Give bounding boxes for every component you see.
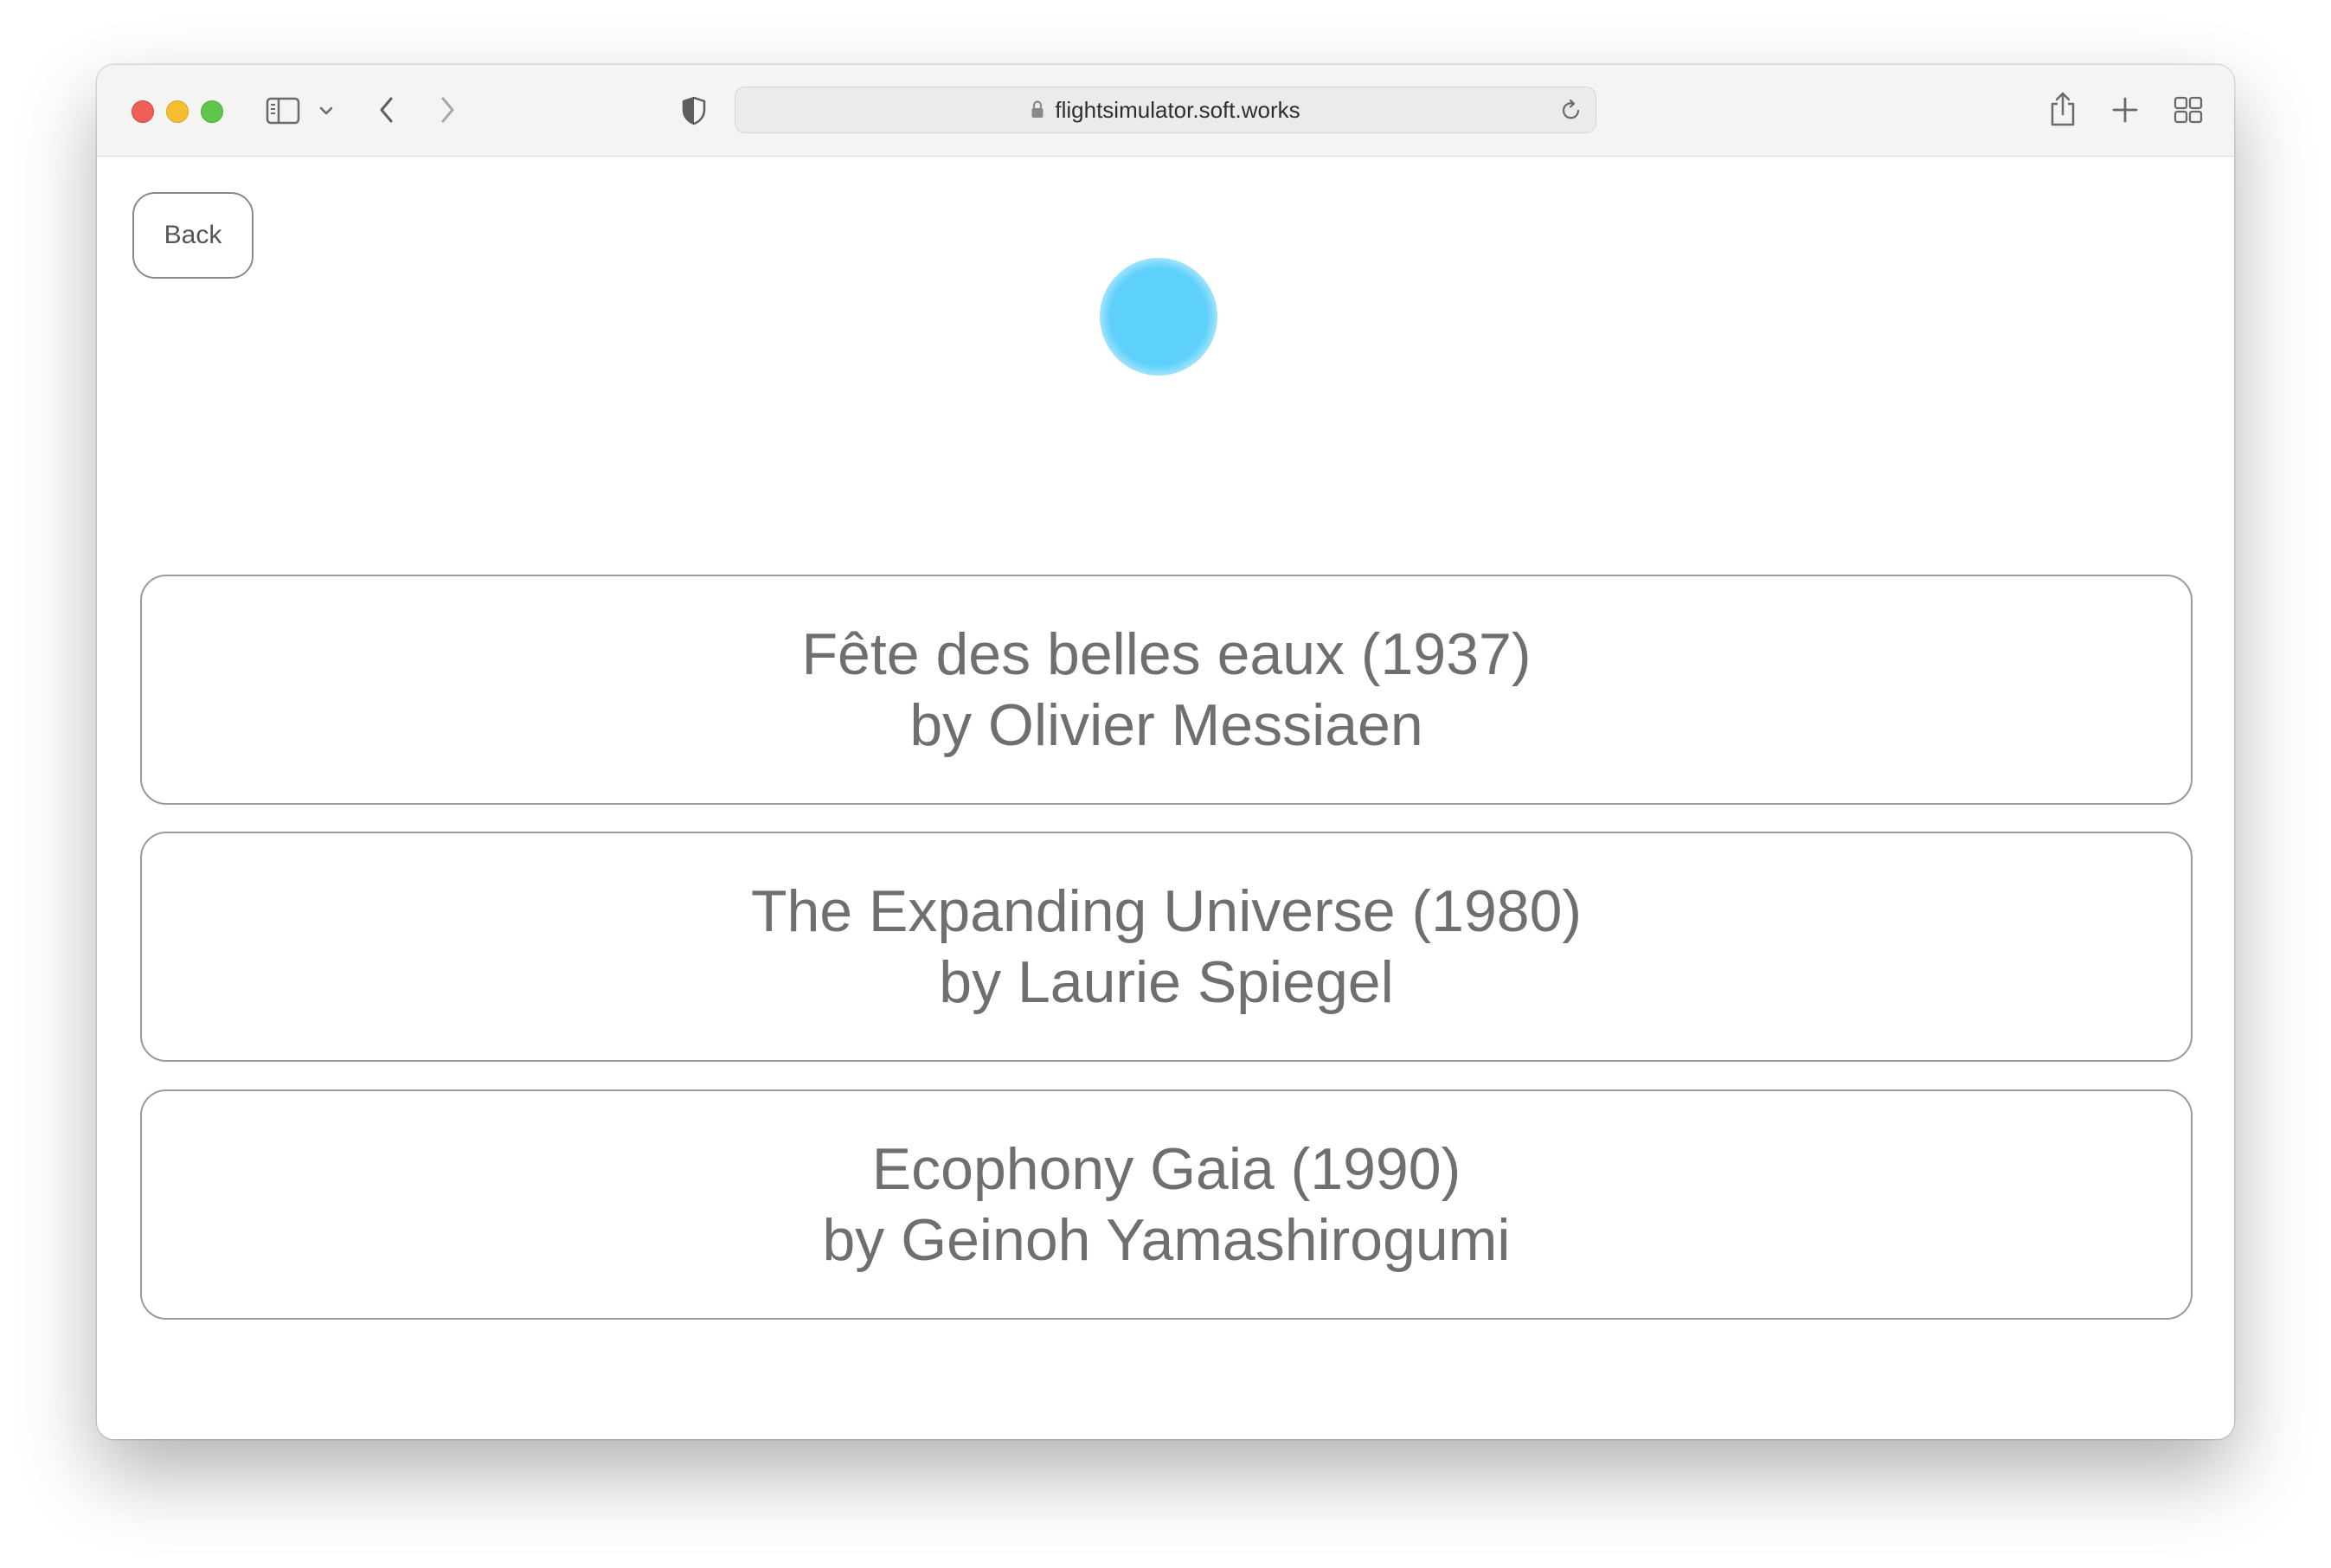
sidebar-icon[interactable] <box>265 96 301 125</box>
browser-toolbar: flightsimulator.soft.works <box>97 65 2234 157</box>
track-title: The Expanding Universe (1980) <box>750 878 1583 944</box>
back-button[interactable]: Back <box>132 192 254 279</box>
browser-window: flightsimulator.soft.works Back Fête des… <box>97 65 2234 1439</box>
track-title: Ecophony Gaia (1990) <box>871 1136 1461 1202</box>
address-bar[interactable]: flightsimulator.soft.works <box>735 87 1596 133</box>
lock-icon <box>1031 100 1044 119</box>
track-artist: by Geinoh Yamashirogumi <box>822 1207 1511 1273</box>
track-option-1[interactable]: Fête des belles eaux (1937) by Olivier M… <box>140 575 2193 805</box>
chevron-left-icon[interactable] <box>374 93 400 127</box>
track-artist: by Olivier Messiaen <box>909 692 1423 758</box>
track-option-3[interactable]: Ecophony Gaia (1990) by Geinoh Yamashiro… <box>140 1089 2193 1320</box>
minimize-window-button[interactable] <box>166 100 189 123</box>
chevron-down-icon[interactable] <box>317 103 336 119</box>
close-window-button[interactable] <box>132 100 154 123</box>
track-title: Fête des belles eaux (1937) <box>801 621 1532 687</box>
share-icon[interactable] <box>2045 89 2080 129</box>
maximize-window-button[interactable] <box>201 100 223 123</box>
page-content: Back Fête des belles eaux (1937) by Oliv… <box>97 157 2234 1439</box>
reload-icon[interactable] <box>1559 98 1583 122</box>
plus-icon[interactable] <box>2109 94 2141 125</box>
track-artist: by Laurie Spiegel <box>939 949 1394 1015</box>
track-option-2[interactable]: The Expanding Universe (1980) by Laurie … <box>140 832 2193 1062</box>
shield-icon[interactable] <box>678 94 710 127</box>
grid-icon[interactable] <box>2172 94 2205 125</box>
url-text: flightsimulator.soft.works <box>1055 96 1300 123</box>
glowing-orb <box>1100 258 1217 376</box>
chevron-right-icon[interactable] <box>434 93 460 127</box>
